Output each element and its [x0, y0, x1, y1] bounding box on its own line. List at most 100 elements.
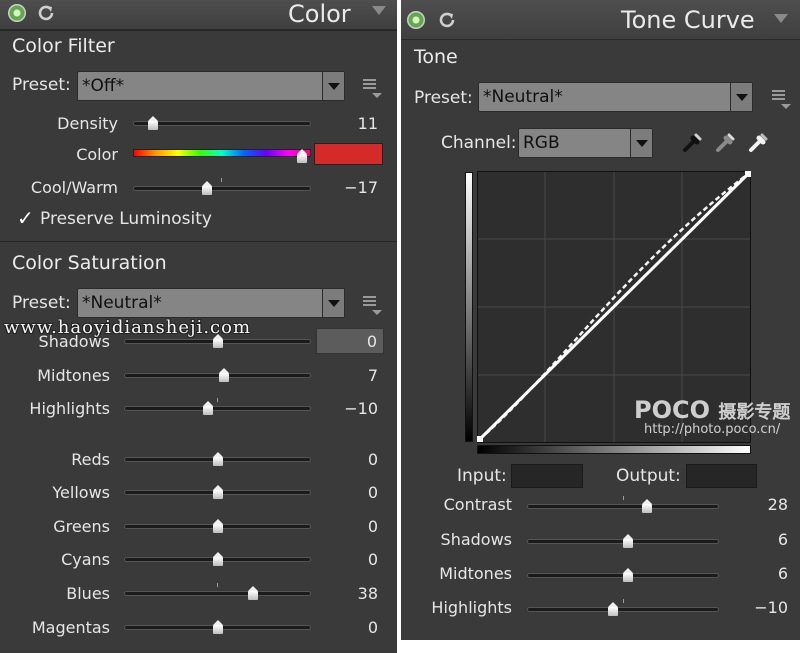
tone-curve-panel: Tone Curve Tone Preset: *Neutral* Channe… — [401, 0, 800, 640]
curve-black-point[interactable] — [477, 436, 483, 442]
cool-warm-label: Cool/Warm — [30, 178, 118, 197]
dropdown-arrow-icon[interactable] — [322, 72, 344, 100]
white-point-eyedropper-icon[interactable] — [747, 132, 769, 154]
hue-slider[interactable] — [133, 149, 311, 157]
cyans-value: 0 — [367, 550, 378, 569]
color-filter-preset-label: Preset: — [12, 75, 71, 95]
gray-point-eyedropper-icon[interactable] — [714, 132, 736, 154]
sat-highlights-slider[interactable] — [124, 406, 311, 411]
yellows-label: Yellows — [52, 483, 110, 502]
reds-label: Reds — [71, 450, 110, 469]
contrast-label: Contrast — [443, 495, 512, 514]
channel-label: Channel: — [441, 133, 517, 153]
output-readout-field — [686, 464, 757, 488]
shadows-value-field[interactable]: 0 — [316, 328, 384, 354]
dropdown-arrow-icon[interactable] — [730, 83, 752, 111]
blues-slider[interactable] — [124, 591, 311, 596]
contrast-slider[interactable] — [527, 504, 719, 509]
hue-slider-thumb[interactable] — [297, 149, 308, 163]
greens-label: Greens — [53, 517, 110, 536]
reset-icon[interactable] — [36, 3, 56, 23]
cool-warm-value: −17 — [344, 178, 378, 197]
tone-midtones-label: Midtones — [439, 564, 512, 583]
slider-center-tick — [623, 599, 624, 603]
reset-icon[interactable] — [437, 10, 457, 30]
blues-label: Blues — [66, 584, 110, 603]
magentas-slider-thumb[interactable] — [212, 620, 223, 634]
cool-warm-slider-thumb[interactable] — [201, 181, 212, 195]
color-filter-preset-dropdown[interactable]: *Off* — [77, 71, 345, 101]
poco-logo: POCO 摄影专题 — [634, 396, 791, 424]
color-panel-header: Color — [0, 0, 397, 30]
tone-shadows-label: Shadows — [440, 530, 512, 549]
magentas-label: Magentas — [31, 618, 110, 637]
sat-midtones-slider[interactable] — [124, 373, 311, 378]
power-toggle-icon[interactable] — [407, 11, 425, 29]
color-saturation-preset-value: *Neutral* — [82, 293, 162, 313]
density-slider[interactable] — [133, 121, 311, 126]
sat-midtones-slider-thumb[interactable] — [219, 368, 230, 382]
preserve-luminosity-label[interactable]: Preserve Luminosity — [40, 209, 212, 229]
yellows-value: 0 — [367, 483, 378, 502]
poco-url: http://photo.poco.cn/ — [644, 422, 781, 437]
magentas-value: 0 — [367, 618, 378, 637]
reds-slider-thumb[interactable] — [212, 452, 223, 466]
tone-midtones-slider-thumb[interactable] — [622, 568, 633, 582]
sat-midtones-value: 7 — [367, 366, 378, 385]
density-label: Density — [57, 114, 118, 133]
yellows-slider-thumb[interactable] — [212, 485, 223, 499]
watermark-text: www.haoyidiansheji.com — [4, 317, 252, 338]
tone-highlights-slider[interactable] — [527, 607, 719, 612]
sat-highlights-slider-thumb[interactable] — [203, 401, 214, 415]
color-saturation-preset-label: Preset: — [12, 293, 71, 313]
color-saturation-preset-dropdown[interactable]: *Neutral* — [77, 288, 345, 318]
black-point-eyedropper-icon[interactable] — [681, 132, 703, 154]
cyans-label: Cyans — [61, 550, 110, 569]
tone-highlights-value: −10 — [754, 598, 788, 617]
sat-shadows-value: 0 — [366, 332, 377, 351]
contrast-value: 28 — [767, 495, 788, 514]
preset-menu-icon[interactable] — [361, 77, 383, 99]
tone-preset-label: Preset: — [414, 88, 473, 108]
color-filter-section: Color Filter Preset: *Off* Density 11 Co… — [0, 30, 397, 241]
channel-dropdown[interactable]: RGB — [518, 128, 653, 158]
filter-color-swatch[interactable] — [314, 143, 383, 165]
color-filter-title: Color Filter — [12, 35, 115, 57]
curve-white-point[interactable] — [745, 171, 751, 177]
preset-menu-icon[interactable] — [770, 88, 792, 110]
tone-preset-dropdown[interactable]: *Neutral* — [478, 82, 753, 112]
color-label: Color — [76, 145, 118, 164]
contrast-slider-thumb[interactable] — [642, 499, 652, 513]
tone-preset-value: *Neutral* — [483, 87, 563, 107]
greens-value: 0 — [367, 517, 378, 536]
cyans-slider-thumb[interactable] — [212, 552, 223, 566]
dropdown-arrow-icon[interactable] — [322, 289, 344, 317]
slider-center-tick — [221, 178, 222, 182]
color-saturation-title: Color Saturation — [12, 252, 167, 274]
sat-highlights-label: Highlights — [29, 399, 110, 418]
preserve-luminosity-checkbox[interactable]: ✓ — [17, 206, 34, 230]
cool-warm-slider[interactable] — [133, 186, 311, 191]
slider-center-tick — [217, 583, 218, 587]
tone-section-title: Tone — [414, 46, 458, 68]
tone-curve-panel-header: Tone Curve — [401, 0, 800, 40]
tone-midtones-value: 6 — [777, 564, 788, 583]
power-toggle-icon[interactable] — [8, 4, 26, 22]
reds-value: 0 — [367, 450, 378, 469]
color-saturation-section: Color Saturation Preset: *Neutral* 0 Sha… — [0, 241, 397, 653]
preset-menu-icon[interactable] — [361, 294, 383, 316]
panel-collapse-arrow-icon[interactable] — [774, 14, 788, 23]
slider-center-tick — [217, 398, 218, 402]
panel-collapse-arrow-icon[interactable] — [372, 6, 386, 15]
greens-slider-thumb[interactable] — [212, 519, 223, 533]
input-label: Input: — [457, 466, 507, 486]
blues-slider-thumb[interactable] — [248, 586, 259, 600]
dropdown-arrow-icon[interactable] — [630, 129, 652, 157]
tone-highlights-slider-thumb[interactable] — [608, 602, 619, 616]
density-value: 11 — [357, 114, 378, 133]
tone-shadows-value: 6 — [777, 530, 788, 549]
channel-value: RGB — [523, 133, 560, 153]
color-filter-preset-value: *Off* — [82, 76, 125, 96]
tone-shadows-slider-thumb[interactable] — [622, 534, 633, 548]
density-slider-thumb[interactable] — [147, 116, 158, 130]
